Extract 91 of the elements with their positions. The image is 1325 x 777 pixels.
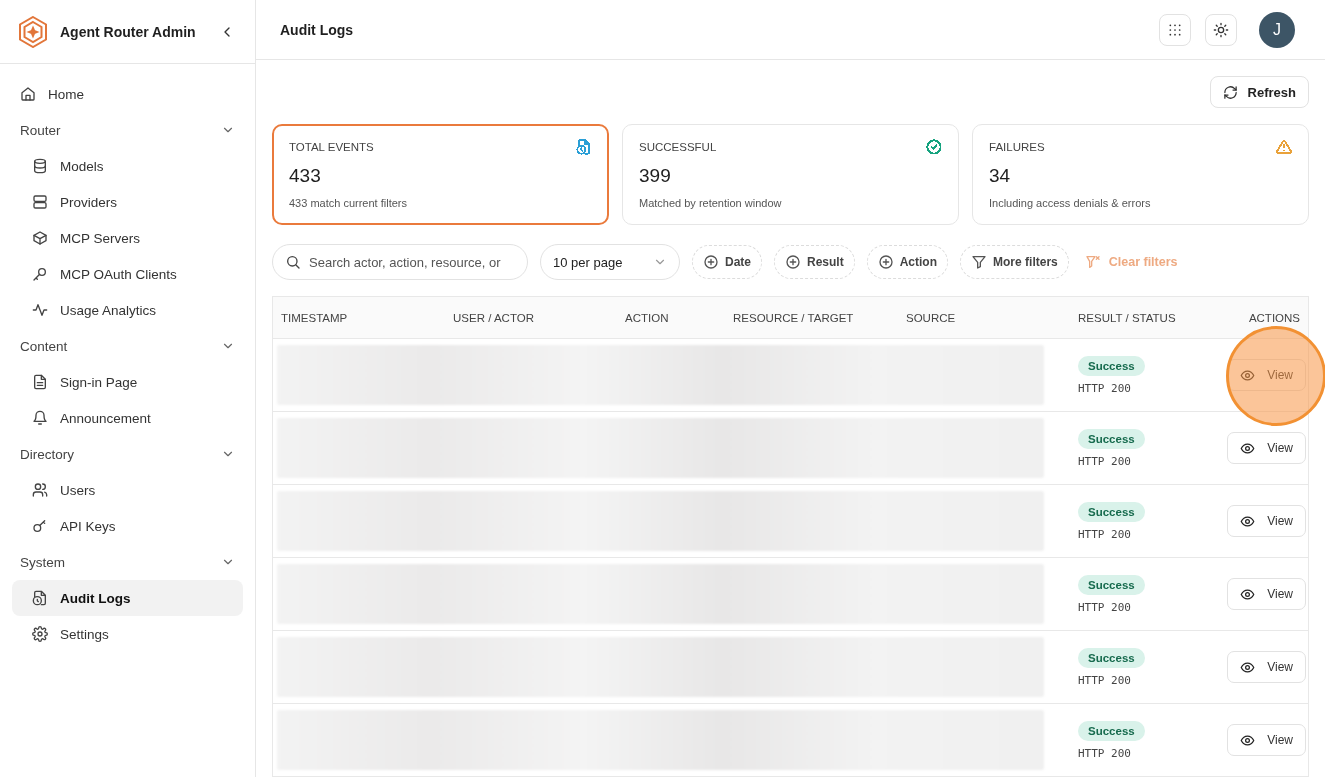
nav-item[interactable]: MCP Servers xyxy=(12,220,243,256)
result-status: Success xyxy=(1078,428,1145,449)
stat-note: Including access denials & errors xyxy=(989,197,1152,209)
page-size-select[interactable]: 10 per page xyxy=(540,244,680,280)
nav-section-header[interactable]: Router xyxy=(12,112,243,148)
nav-item[interactable]: Sign-in Page xyxy=(12,364,243,400)
nav-section-header[interactable]: System xyxy=(12,544,243,580)
column-header: ACTION xyxy=(624,311,670,324)
sun-icon xyxy=(1213,21,1229,38)
column-header: TIMESTAMP xyxy=(280,311,349,324)
document-icon xyxy=(32,374,48,390)
nav-item[interactable]: MCP OAuth Clients xyxy=(12,256,243,292)
filter-chip[interactable]: Action xyxy=(866,245,949,279)
view-button[interactable]: View xyxy=(1227,578,1306,610)
eye-icon xyxy=(1240,732,1256,748)
file-clock-icon xyxy=(32,590,48,606)
funnel-icon xyxy=(971,254,988,270)
nav-section-header[interactable]: Content xyxy=(12,328,243,364)
nav-item[interactable]: Audit Logs xyxy=(12,580,243,616)
theme-toggle-button[interactable] xyxy=(1205,13,1237,46)
refresh-button[interactable]: Refresh xyxy=(1209,76,1309,108)
activity-icon xyxy=(32,302,48,318)
nav-item[interactable]: API Keys xyxy=(12,508,243,544)
filter-chip[interactable]: More filters xyxy=(960,245,1069,279)
http-status: HTTP 200 xyxy=(1078,381,1131,395)
funnel-x-icon xyxy=(1084,254,1101,270)
key-icon xyxy=(32,266,48,282)
view-button[interactable]: View xyxy=(1227,505,1306,537)
plus-circle-icon xyxy=(877,254,894,270)
result-status: Success xyxy=(1078,501,1145,522)
plus-circle-icon xyxy=(785,254,801,270)
http-status: HTTP 200 xyxy=(1078,673,1131,687)
cube-icon xyxy=(32,230,48,246)
eye-icon xyxy=(1240,440,1256,456)
home-icon xyxy=(20,86,36,102)
plus-circle-icon xyxy=(703,254,719,270)
stat-note: Matched by retention window xyxy=(639,197,783,209)
eye-icon xyxy=(1240,367,1256,383)
nav-item[interactable]: Home xyxy=(12,76,243,112)
column-header: ACTIONS xyxy=(1247,311,1301,324)
nav-section-header[interactable]: Directory xyxy=(12,436,243,472)
stat-card[interactable]: TOTAL EVENTS 433 433 match current filters xyxy=(272,124,609,225)
filter-chip[interactable]: Date xyxy=(692,245,762,279)
http-status: HTTP 200 xyxy=(1078,600,1131,614)
nav-item[interactable]: Announcement xyxy=(12,400,243,436)
eye-icon xyxy=(1240,586,1256,602)
stat-label: FAILURES xyxy=(989,141,1045,153)
stat-label: SUCCESSFUL xyxy=(639,141,717,153)
stat-value: 433 xyxy=(289,165,322,187)
result-status: Success xyxy=(1078,647,1145,668)
nav-item[interactable]: Providers xyxy=(12,184,243,220)
nav-item[interactable]: Usage Analytics xyxy=(12,292,243,328)
stat-card[interactable]: SUCCESSFUL 399 Matched by retention window xyxy=(622,124,959,225)
eye-icon xyxy=(1240,659,1256,675)
column-header: SOURCE xyxy=(905,311,957,324)
stat-label: TOTAL EVENTS xyxy=(289,141,374,153)
stat-card[interactable]: FAILURES 34 Including access denials & errors xyxy=(972,124,1309,225)
view-button[interactable]: View xyxy=(1227,651,1306,683)
column-header: RESOURCE / TARGET xyxy=(732,311,855,324)
view-button[interactable]: View xyxy=(1227,432,1306,464)
key-icon xyxy=(32,518,48,534)
page-title: Audit Logs xyxy=(280,21,355,38)
refresh-icon xyxy=(1222,84,1238,100)
hexagon-logo-icon xyxy=(18,15,48,48)
result-status: Success xyxy=(1078,574,1145,595)
http-status: HTTP 200 xyxy=(1078,527,1131,541)
stat-note: 433 match current filters xyxy=(289,197,408,209)
http-status: HTTP 200 xyxy=(1078,746,1131,760)
column-header: USER / ACTOR xyxy=(452,311,535,324)
eye-icon xyxy=(1240,513,1256,529)
user-avatar[interactable]: J xyxy=(1259,11,1295,48)
column-header: RESULT / STATUS xyxy=(1077,311,1177,324)
apps-grid-button[interactable] xyxy=(1159,13,1191,46)
search-icon xyxy=(285,254,301,270)
server-icon xyxy=(32,194,48,210)
nav-item[interactable]: Users xyxy=(12,472,243,508)
nav-item[interactable]: Models xyxy=(12,148,243,184)
stat-value: 34 xyxy=(989,165,1012,187)
stat-value: 399 xyxy=(639,165,672,187)
http-status: HTTP 200 xyxy=(1078,454,1131,468)
users-icon xyxy=(32,482,48,498)
search-field[interactable]: Search actor, action, resource, or xyxy=(272,244,528,280)
app-title: Agent Router Admin xyxy=(60,23,197,40)
nav-item[interactable]: Settings xyxy=(12,616,243,652)
gear-icon xyxy=(32,626,48,642)
bell-icon xyxy=(32,410,48,426)
result-status: Success xyxy=(1078,720,1145,741)
result-status: Success xyxy=(1078,355,1145,376)
filter-chip[interactable]: Result xyxy=(774,245,855,279)
database-icon xyxy=(32,158,48,174)
view-button[interactable]: View xyxy=(1227,724,1306,756)
